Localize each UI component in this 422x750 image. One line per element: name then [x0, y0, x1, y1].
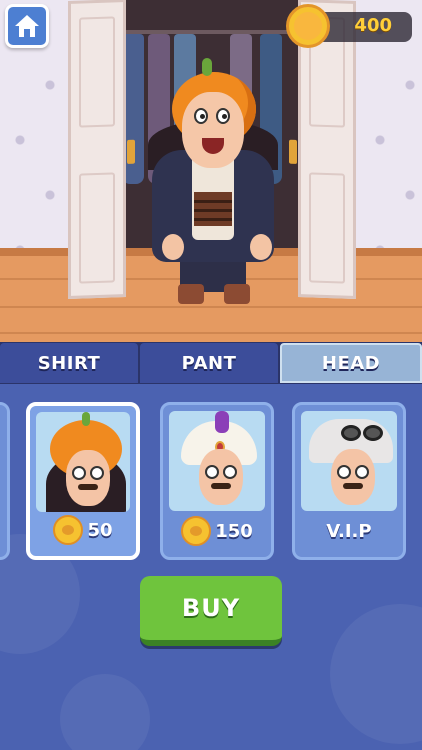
- item-thumbnail: [36, 412, 130, 512]
- item-card-pumpkin[interactable]: 50: [26, 402, 140, 560]
- item-price: 150: [163, 515, 271, 547]
- home-icon: [15, 15, 39, 37]
- home-button[interactable]: [5, 4, 49, 48]
- right-boot: [224, 284, 250, 304]
- game-screen: 400 SHIRT PANT HEAD 50 150 V.I.P BUY: [0, 0, 422, 750]
- coin-icon: [181, 516, 212, 546]
- wardrobe-door-left: [68, 0, 135, 300]
- gold-coin-face-icon: [286, 4, 330, 48]
- item-price: 50: [30, 514, 136, 546]
- tab-pant[interactable]: PANT: [140, 343, 278, 383]
- item-card-goggles[interactable]: V.I.P: [292, 402, 406, 560]
- tab-head[interactable]: HEAD: [280, 343, 422, 383]
- character-face: [182, 92, 244, 168]
- price-label: 50: [87, 519, 113, 541]
- category-tabs: SHIRT PANT HEAD: [0, 342, 422, 384]
- left-eye: [194, 108, 208, 124]
- left-boot: [178, 284, 204, 304]
- right-eye: [216, 108, 230, 124]
- vip-label: V.I.P: [326, 520, 372, 542]
- item-price: V.I.P: [295, 515, 403, 547]
- coin-icon: [53, 515, 84, 545]
- buy-button[interactable]: BUY: [140, 576, 282, 646]
- price-label: 150: [215, 520, 253, 542]
- item-card-partial[interactable]: [0, 402, 10, 560]
- right-hand: [250, 234, 272, 260]
- item-thumbnail: [169, 411, 265, 511]
- item-thumbnail: [301, 411, 397, 511]
- item-card-turban[interactable]: 150: [160, 402, 274, 560]
- mouth: [202, 138, 224, 154]
- character-corset: [194, 192, 232, 226]
- coin-amount: 400: [354, 15, 392, 36]
- item-panel: 50 150 V.I.P: [0, 384, 422, 750]
- character-preview: [138, 58, 288, 312]
- tab-shirt[interactable]: SHIRT: [0, 343, 138, 383]
- wardrobe-scene: 400: [0, 0, 422, 345]
- left-hand: [162, 234, 184, 260]
